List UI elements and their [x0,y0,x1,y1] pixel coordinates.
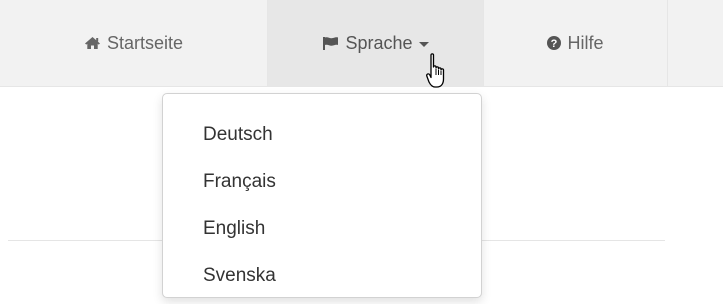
top-navbar: Startseite Sprache ? Hilfe [0,0,723,87]
language-option-english[interactable]: English [163,205,481,252]
svg-text:?: ? [551,38,558,50]
home-icon [84,36,101,50]
question-circle-icon: ? [547,36,562,50]
nav-help-label: Hilfe [567,32,604,53]
hand-pointer-cursor-icon [426,52,448,97]
flag-icon [322,36,339,50]
nav-help[interactable]: ? Hilfe [484,0,668,86]
nav-language-label: Sprache [345,32,413,53]
language-option-deutsch[interactable]: Deutsch [163,111,481,158]
nav-language[interactable]: Sprache [268,0,484,86]
language-dropdown-menu: Deutsch Français English Svenska [162,93,482,298]
nav-home-label: Startseite [106,32,184,53]
caret-down-icon [418,41,429,47]
language-option-francais[interactable]: Français [163,158,481,205]
language-option-svenska[interactable]: Svenska [163,252,481,299]
nav-home[interactable]: Startseite [0,0,268,86]
